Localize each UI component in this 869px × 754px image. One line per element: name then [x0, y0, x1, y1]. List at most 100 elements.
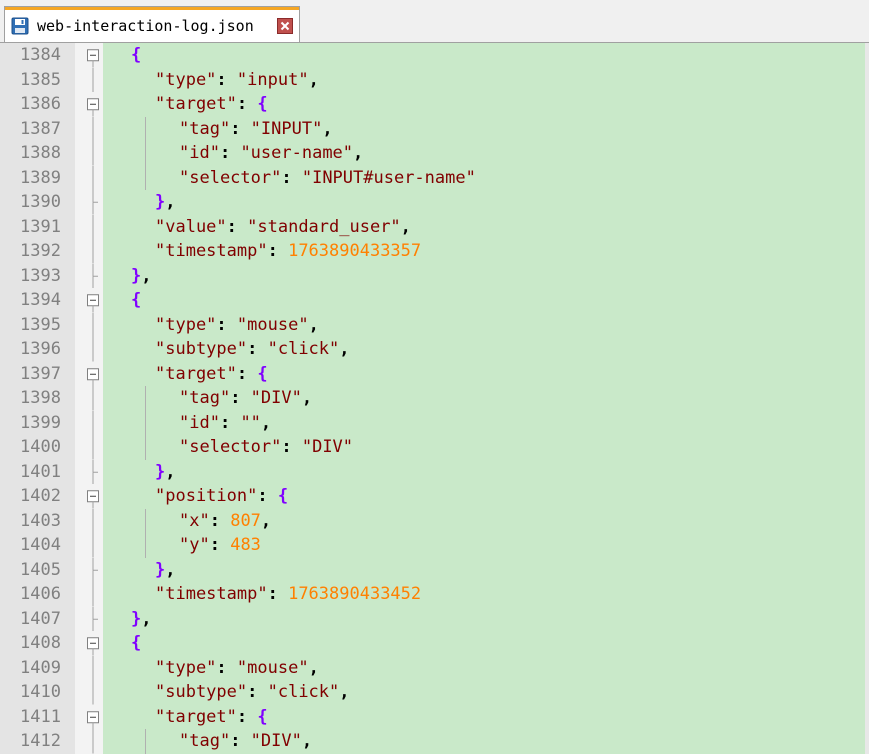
token-punc: :: [247, 682, 268, 702]
code-line[interactable]: 1394 {: [0, 288, 869, 313]
indent-guide: [145, 165, 146, 190]
code-line[interactable]: 1399 "id": "",: [0, 410, 869, 435]
fold-guide-line: [86, 386, 100, 411]
line-number: 1391: [20, 216, 61, 237]
code-line[interactable]: 1387 "tag": "INPUT",: [0, 116, 869, 142]
line-number: 1385: [20, 69, 61, 90]
fold-collapse-icon[interactable]: [86, 705, 100, 729]
code-line[interactable]: 1400 "selector": "DIV": [0, 435, 869, 460]
token-punc: :: [209, 535, 231, 555]
line-number: 1408: [20, 633, 61, 653]
code-text: "position": {: [155, 484, 288, 509]
code-line[interactable]: 1406 "timestamp": 1763890433452: [0, 582, 869, 607]
token-key: "selector": [179, 167, 282, 188]
code-text: "target": {: [155, 362, 268, 387]
line-number: 1401: [20, 461, 61, 482]
token-key: "type": [155, 657, 217, 678]
code-line[interactable]: 1412 "tag": "DIV",: [0, 729, 869, 754]
token-brace: {: [257, 94, 268, 114]
code-text: "target": {: [155, 92, 268, 117]
fold-collapse-icon[interactable]: [86, 288, 100, 313]
token-punc: ,: [165, 192, 176, 212]
code-line[interactable]: 1384 {: [0, 43, 869, 68]
code-line[interactable]: 1401},: [0, 459, 869, 484]
token-punc: ,: [260, 510, 272, 531]
line-number: 1399: [20, 412, 61, 433]
code-line[interactable]: 1396 "subtype": "click",: [0, 337, 869, 362]
fold-collapse-icon[interactable]: [86, 92, 100, 117]
token-key: "target": [155, 94, 237, 114]
token-punc: ,: [260, 412, 272, 433]
code-line[interactable]: 1402 "position": {: [0, 484, 869, 509]
code-editor[interactable]: 1384 {1385 "type": "input", 1386 "target": {…: [0, 43, 869, 754]
code-line[interactable]: 1395 "type": "mouse",: [0, 312, 869, 337]
line-number: 1397: [20, 363, 61, 384]
token-key: "tag": [179, 118, 231, 139]
code-line[interactable]: 1410 "subtype": "click",: [0, 680, 869, 705]
token-brace: {: [257, 363, 268, 384]
token-punc: :: [247, 339, 268, 359]
line-number: 1410: [20, 682, 61, 702]
token-punc: :: [230, 118, 251, 139]
fold-collapse-icon[interactable]: [86, 43, 100, 68]
code-text: "tag": "INPUT",: [179, 117, 333, 142]
code-text: "x": 807,: [179, 509, 271, 534]
code-line[interactable]: 1388 "id": "user-name",: [0, 141, 869, 166]
token-punc: :: [267, 584, 289, 604]
token-str: "user-name": [240, 143, 354, 163]
code-line[interactable]: 1397 "target": {: [0, 362, 869, 387]
token-str: "INPUT": [250, 118, 323, 139]
file-tab[interactable]: web-interaction-log.json: [4, 6, 300, 43]
token-punc: ,: [400, 216, 411, 237]
fold-guide-line: [86, 116, 100, 141]
code-line[interactable]: 1386 "target": {: [0, 92, 869, 117]
token-key: "tag": [179, 731, 231, 751]
code-text: "subtype": "click",: [155, 680, 350, 705]
indent-guide: [145, 729, 146, 754]
token-str: "DIV": [301, 437, 354, 457]
code-line[interactable]: 1403 "x": 807,: [0, 508, 869, 534]
code-line[interactable]: 1390},: [0, 190, 869, 215]
fold-guide-line: [86, 680, 100, 705]
token-punc: ,: [339, 339, 350, 359]
fold-guide-line: [86, 655, 100, 680]
token-str: "mouse": [236, 314, 309, 335]
fold-collapse-icon[interactable]: [86, 484, 100, 509]
token-str: "click": [267, 339, 340, 359]
token-punc: :: [216, 657, 237, 678]
fold-collapse-icon[interactable]: [86, 362, 100, 386]
fold-collapse-icon[interactable]: [86, 631, 100, 656]
code-line[interactable]: 1398 "tag": "DIV",: [0, 386, 869, 411]
code-line[interactable]: 1385 "type": "input",: [0, 67, 869, 92]
code-line[interactable]: 1407},: [0, 606, 869, 631]
token-punc: :: [219, 143, 241, 163]
token-str: "standard_user": [247, 216, 401, 237]
token-brace: }: [155, 559, 166, 580]
code-line[interactable]: 1409 "type": "mouse",: [0, 655, 869, 680]
code-line[interactable]: 1392 "timestamp": 1763890433357: [0, 239, 869, 264]
code-line[interactable]: 1408 {: [0, 631, 869, 656]
close-icon[interactable]: [277, 18, 293, 34]
code-line[interactable]: 1389 "selector": "INPUT#user-name": [0, 165, 869, 190]
token-punc: ,: [301, 388, 313, 408]
fold-guide-line: [86, 582, 100, 607]
token-punc: ,: [141, 265, 152, 286]
token-punc: ,: [353, 143, 364, 163]
token-key: "type": [155, 69, 217, 90]
token-key: "id": [179, 412, 220, 433]
token-key: "y": [179, 535, 210, 555]
code-line[interactable]: 1404 "y": 483: [0, 533, 869, 558]
code-line[interactable]: 1411 "target": {: [0, 705, 869, 729]
line-number: 1402: [20, 486, 61, 506]
code-line[interactable]: 1405},: [0, 557, 869, 582]
token-punc: :: [230, 388, 251, 408]
fold-guide-line: [86, 337, 100, 362]
token-key: "x": [179, 510, 210, 531]
line-number: 1398: [20, 388, 61, 408]
code-line[interactable]: 1393},: [0, 263, 869, 288]
token-key: "type": [155, 314, 217, 335]
code-text: {: [131, 43, 141, 68]
indent-guide: [145, 508, 146, 533]
code-text: "timestamp": 1763890433357: [155, 239, 421, 264]
code-line[interactable]: 1391 "value": "standard_user",: [0, 214, 869, 239]
